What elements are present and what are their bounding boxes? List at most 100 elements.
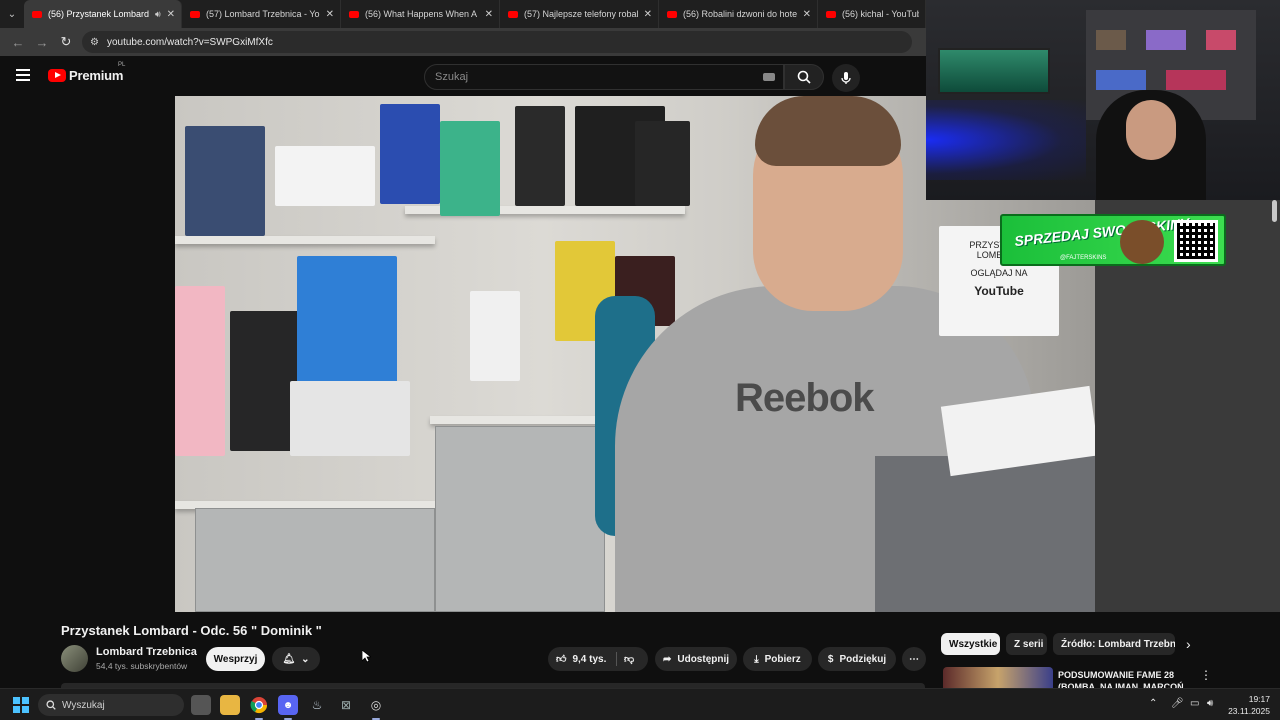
windows-taskbar: Wyszukaj ☻ ♨ ⊠ ◎ ⌃ 🎤︎ ▭ 🔊︎ 19:17 23.11.2… xyxy=(0,688,1280,720)
taskbar-search-input[interactable]: Wyszukaj xyxy=(38,694,184,716)
youtube-favicon-icon xyxy=(32,10,42,18)
youtube-favicon-icon xyxy=(826,10,836,18)
close-tab-icon[interactable]: ✕ xyxy=(326,9,334,20)
browser-tab[interactable]: (57) Lombard Trzebnica - YouTu ✕ xyxy=(182,0,341,28)
search-input[interactable]: Szukaj xyxy=(424,64,784,90)
bell-icon: 🔔︎ xyxy=(282,653,296,665)
browser-tab[interactable]: (56) kichal - YouTube xyxy=(818,0,926,28)
product-box xyxy=(380,104,440,204)
chevron-right-icon[interactable]: › xyxy=(1186,636,1191,652)
recommendation-menu-icon[interactable]: ⋮ xyxy=(1200,668,1212,682)
hoodie-logo-text: Reebok xyxy=(735,376,874,420)
tab-title: (57) Lombard Trzebnica - YouTu xyxy=(206,9,320,19)
keyboard-icon[interactable] xyxy=(763,73,775,81)
speaker-icon[interactable]: 🔊︎ xyxy=(155,9,161,20)
chip-series[interactable]: Z serii xyxy=(1006,633,1047,655)
cabinet xyxy=(195,508,435,612)
qr-code-icon xyxy=(1174,220,1218,262)
chip-source[interactable]: Źródło: Lombard Trzebnica xyxy=(1053,633,1175,655)
blue-light xyxy=(926,100,1086,180)
browser-tab[interactable]: (57) Najlepsze telefony robalinu ✕ xyxy=(500,0,659,28)
share-icon: ➦ xyxy=(662,653,672,665)
aquarium xyxy=(938,48,1050,94)
site-info-icon[interactable]: ⚙ xyxy=(90,37,99,48)
clock[interactable]: 19:17 23.11.2025 xyxy=(1224,693,1270,717)
product-box xyxy=(175,286,225,456)
scrollbar-thumb[interactable] xyxy=(1272,200,1277,222)
product-box xyxy=(635,121,690,206)
tray-chevron-up-icon[interactable]: ⌃ xyxy=(1149,698,1157,709)
tab-title: (56) kichal - YouTube xyxy=(842,9,919,19)
download-label: Pobierz xyxy=(764,653,801,665)
download-button[interactable]: ⤓ Pobierz xyxy=(743,647,812,671)
back-arrow-icon[interactable]: ← xyxy=(6,30,30,54)
product-box xyxy=(297,256,397,386)
video-title: Przystanek Lombard - Odc. 56 " Dominik " xyxy=(61,623,322,638)
voice-search-button[interactable] xyxy=(832,64,860,92)
product-box xyxy=(290,381,410,456)
date-text: 23.11.2025 xyxy=(1228,706,1270,716)
like-dislike-button[interactable]: 👍︎ 9,4 tys. 👎︎ xyxy=(548,647,648,671)
chip-label: Z serii xyxy=(1014,638,1044,650)
more-actions-button[interactable]: ⋯ xyxy=(902,647,926,671)
thumbs-down-icon[interactable]: 👎︎ xyxy=(624,653,634,665)
steam-icon[interactable]: ♨ xyxy=(307,695,327,715)
close-tab-icon[interactable]: ✕ xyxy=(803,9,811,20)
close-tab-icon[interactable]: ✕ xyxy=(644,9,652,20)
menu-icon[interactable] xyxy=(16,69,30,84)
windows-start-icon[interactable] xyxy=(13,697,29,713)
thanks-icon: $ xyxy=(827,653,834,665)
channel-avatar[interactable] xyxy=(61,645,88,672)
promo-mascot-image xyxy=(1120,220,1164,264)
youtube-header: Premium PL Szukaj xyxy=(0,56,926,96)
youtube-premium-logo[interactable]: Premium PL xyxy=(48,62,125,83)
support-label: Wesprzyj xyxy=(213,653,258,665)
chrome-icon[interactable] xyxy=(249,695,269,720)
url-field[interactable]: ⚙ youtube.com/watch?v=SWPGxiMfXfc xyxy=(82,31,912,53)
share-button[interactable]: ➦ Udostępnij xyxy=(655,647,737,671)
tab-search-chevron-icon[interactable]: ⌄ xyxy=(0,0,24,28)
download-icon: ⤓ xyxy=(754,653,759,665)
microphone-tray-icon[interactable]: 🎤︎ xyxy=(1171,698,1184,709)
product-box xyxy=(515,106,565,206)
browser-tab[interactable]: (56) Robalini dzwoni do hotelu ✕ xyxy=(659,0,818,28)
recommendation-title[interactable]: PODSUMOWANIE FAME 28 (BOMBA, NA IMAN, MA… xyxy=(1058,669,1188,688)
time-text: 19:17 xyxy=(1248,694,1270,704)
thanks-button[interactable]: $ Podziękuj xyxy=(818,647,896,671)
thumbs-up-icon[interactable]: 👍︎ xyxy=(556,653,566,665)
tab-title: (56) What Happens When A Hu xyxy=(365,9,479,19)
chip-label: Wszystkie xyxy=(949,638,998,650)
browser-tab[interactable]: (56) Przystanek Lombard - O 🔊︎ ✕ xyxy=(24,0,182,28)
product-box xyxy=(440,121,500,216)
chip-all[interactable]: Wszystkie xyxy=(941,633,1000,655)
youtube-favicon-icon xyxy=(190,10,200,18)
network-icon[interactable]: ▭ xyxy=(1190,698,1199,709)
subscriber-count: 54,4 tys. subskrybentów xyxy=(96,661,188,671)
app-icon[interactable]: ⊠ xyxy=(336,695,356,715)
obs-icon[interactable]: ◎ xyxy=(366,695,386,720)
browser-tab[interactable]: (56) What Happens When A Hu ✕ xyxy=(341,0,500,28)
reload-icon[interactable]: ↻ xyxy=(54,30,78,54)
close-tab-icon[interactable]: ✕ xyxy=(167,9,175,20)
streamer-face xyxy=(1126,100,1176,160)
close-tab-icon[interactable]: ✕ xyxy=(485,9,493,20)
task-view-icon[interactable] xyxy=(191,695,211,715)
sign-youtube-text: YouTube xyxy=(974,284,1024,298)
microphone-icon xyxy=(841,72,851,84)
tab-title: (56) Przystanek Lombard - O xyxy=(48,9,151,19)
discord-icon[interactable]: ☻ xyxy=(278,695,298,720)
notification-bell-button[interactable]: 🔔︎ ⌄ xyxy=(272,647,320,671)
support-button[interactable]: Wesprzyj xyxy=(206,647,265,671)
taskbar-search-label: Wyszukaj xyxy=(62,699,105,711)
channel-name[interactable]: Lombard Trzebnica xyxy=(96,646,197,658)
recommendation-thumbnail[interactable] xyxy=(943,667,1053,688)
search-button[interactable] xyxy=(784,64,824,90)
person-hair xyxy=(755,96,901,166)
forward-arrow-icon[interactable]: → xyxy=(30,30,54,54)
logo-text: Premium xyxy=(69,68,124,83)
search-icon xyxy=(46,700,56,710)
volume-icon[interactable]: 🔊︎ xyxy=(1207,698,1213,709)
screen: ⌄ (56) Przystanek Lombard - O 🔊︎ ✕ (57) … xyxy=(0,0,1280,720)
file-explorer-icon[interactable] xyxy=(220,695,240,715)
shelf xyxy=(175,236,435,244)
